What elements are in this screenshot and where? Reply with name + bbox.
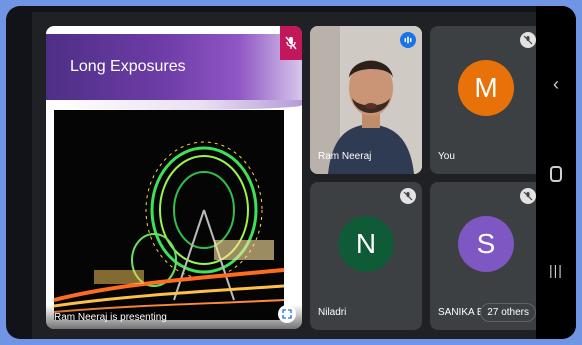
others-count-button[interactable]: 27 others bbox=[480, 303, 536, 322]
home-icon[interactable] bbox=[536, 166, 576, 187]
speaking-icon bbox=[400, 32, 416, 48]
android-nav-bar: ‹ ||| bbox=[536, 6, 576, 339]
avatar: N bbox=[338, 216, 394, 272]
participant-tile-niladri[interactable]: N Niladri bbox=[310, 182, 422, 330]
participant-name: You bbox=[438, 151, 455, 162]
presenting-label: Ram Neeraj is presenting bbox=[54, 312, 167, 323]
participant-tile-sanika[interactable]: S SANIKA B 27 others bbox=[430, 182, 542, 330]
mic-off-icon bbox=[520, 188, 536, 204]
participant-name: Niladri bbox=[318, 307, 347, 318]
avatar: S bbox=[458, 216, 514, 272]
phone-frame: Long Exposures Ram Neeraj is presenting … bbox=[6, 6, 576, 339]
ferris-wheel-photo bbox=[54, 110, 284, 320]
participant-tile-ram-neeraj[interactable]: Ram Neeraj bbox=[310, 26, 422, 174]
slide-title: Long Exposures bbox=[70, 58, 186, 75]
back-icon[interactable]: ‹ bbox=[536, 74, 576, 95]
meet-screen: Long Exposures Ram Neeraj is presenting … bbox=[32, 12, 542, 339]
participant-tile-you[interactable]: M You bbox=[430, 26, 542, 174]
participant-name: SANIKA B bbox=[438, 307, 484, 318]
presentation-tile[interactable]: Long Exposures Ram Neeraj is presenting bbox=[46, 26, 302, 329]
mic-off-icon bbox=[400, 188, 416, 204]
mic-off-icon bbox=[520, 32, 536, 48]
participant-name: Ram Neeraj bbox=[318, 151, 372, 162]
mic-off-icon bbox=[280, 26, 302, 60]
fullscreen-icon[interactable] bbox=[278, 305, 296, 323]
avatar: M bbox=[458, 60, 514, 116]
recents-icon[interactable]: ||| bbox=[536, 262, 576, 278]
